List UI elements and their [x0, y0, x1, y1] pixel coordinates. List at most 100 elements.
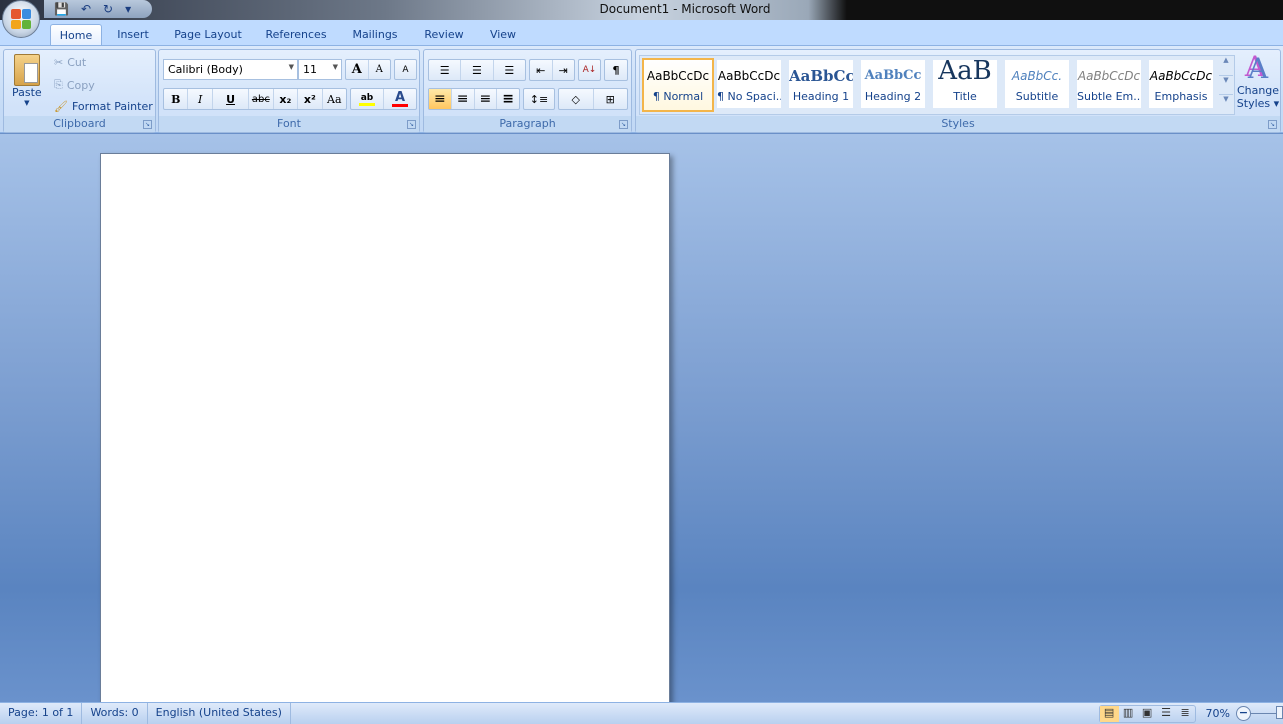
change-case-button[interactable]: Aa: [323, 89, 346, 109]
zoom-slider[interactable]: [1251, 706, 1283, 719]
style-sample: AaBbCcDc: [1077, 69, 1141, 83]
center-button[interactable]: ≡: [452, 89, 475, 109]
style-subtitle[interactable]: AaBbCc. Subtitle: [1005, 60, 1069, 108]
cut-label: Cut: [67, 56, 87, 69]
font-color-button[interactable]: A: [384, 89, 416, 109]
outline-icon[interactable]: ☰: [1157, 706, 1176, 722]
strikethrough-button[interactable]: abc: [249, 89, 274, 109]
indent-buttons: ⇤ ⇥: [529, 59, 575, 81]
font-name-input[interactable]: Calibri (Body) ▼: [163, 59, 298, 80]
full-screen-reading-icon[interactable]: ▥: [1119, 706, 1138, 722]
list-buttons: ☰ ☰ ☰: [428, 59, 526, 81]
style-emphasis[interactable]: AaBbCcDc Emphasis: [1149, 60, 1213, 108]
style-heading-1[interactable]: AaBbCc Heading 1: [789, 60, 853, 108]
alignment-buttons: ≡ ≡ ≡ ≡: [428, 88, 520, 110]
ribbon: Paste ▼ ✂ Cut ⎘ Copy 🖌 Format Painter Clipbo…: [0, 45, 1283, 133]
redo-icon[interactable]: ↻: [103, 2, 113, 16]
style-normal[interactable]: AaBbCcDc ¶ Normal: [642, 58, 714, 112]
tab-page-layout[interactable]: Page Layout: [170, 24, 246, 46]
undo-icon[interactable]: ↶: [81, 2, 91, 16]
scissors-icon: ✂: [54, 56, 64, 69]
style-heading-2[interactable]: AaBbCc Heading 2: [861, 60, 925, 108]
font-group: Calibri (Body) ▼ 11 ▼ A A A B I U abc x₂ x…: [158, 49, 420, 133]
cut-button[interactable]: ✂ Cut: [54, 56, 86, 69]
zoom-level[interactable]: 70%: [1196, 707, 1236, 720]
copy-button[interactable]: ⎘ Copy: [54, 78, 95, 92]
tab-review[interactable]: Review: [420, 24, 468, 46]
more-styles-icon[interactable]: ▼: [1219, 95, 1233, 114]
show-formatting-button[interactable]: ¶: [604, 59, 628, 81]
office-button[interactable]: [2, 0, 40, 38]
paintbrush-icon: 🖌: [54, 100, 68, 113]
dialog-launcher-icon[interactable]: ↘: [407, 120, 416, 129]
multilevel-list-button[interactable]: ☰: [494, 60, 525, 80]
style-subtle-emphasis[interactable]: AaBbCcDc Subtle Em...: [1077, 60, 1141, 108]
copy-icon: ⎘: [54, 78, 63, 91]
dialog-launcher-icon[interactable]: ↘: [143, 120, 152, 129]
word-count[interactable]: Words: 0: [82, 703, 148, 724]
highlight-button[interactable]: ab: [351, 89, 384, 109]
paragraph-group-label: Paragraph: [424, 116, 631, 132]
document-page[interactable]: [100, 153, 670, 713]
clear-formatting-button[interactable]: A: [394, 59, 417, 80]
align-left-button[interactable]: ≡: [429, 89, 452, 109]
paste-button[interactable]: Paste ▼: [12, 54, 42, 107]
scroll-down-icon[interactable]: ▼: [1219, 76, 1233, 96]
paste-label: Paste: [12, 86, 42, 99]
decrease-indent-button[interactable]: ⇤: [530, 60, 553, 80]
font-format-buttons: B I U abc x₂ x² Aa: [163, 88, 347, 110]
chevron-down-icon: ▼: [24, 99, 30, 107]
tab-mailings[interactable]: Mailings: [346, 24, 404, 46]
line-spacing-button[interactable]: ↕≡: [523, 88, 555, 110]
sort-button[interactable]: A↓: [578, 59, 601, 81]
save-icon[interactable]: 💾: [54, 2, 69, 16]
style-sample: AaBbCc.: [1011, 69, 1063, 83]
zoom-slider-thumb[interactable]: [1276, 706, 1283, 719]
tab-insert[interactable]: Insert: [110, 24, 156, 46]
shrink-font-button[interactable]: A: [369, 60, 391, 79]
tab-home[interactable]: Home: [50, 24, 102, 46]
copy-label: Copy: [66, 78, 95, 92]
superscript-button[interactable]: x²: [298, 89, 323, 109]
gallery-scroll: ▲ ▼ ▼: [1219, 56, 1233, 114]
style-sample: AaB: [938, 60, 992, 86]
change-styles-button[interactable]: A Change Styles ▾: [1236, 54, 1280, 111]
tab-references[interactable]: References: [260, 24, 332, 46]
page-count[interactable]: Page: 1 of 1: [0, 703, 83, 724]
underline-button[interactable]: U: [213, 89, 250, 109]
print-layout-icon[interactable]: ▤: [1099, 705, 1119, 722]
tab-view[interactable]: View: [484, 24, 522, 46]
bold-button[interactable]: B: [164, 89, 189, 109]
styles-group: AaBbCcDc ¶ Normal AaBbCcDc ¶ No Spaci... A…: [635, 49, 1281, 133]
grow-font-button[interactable]: A: [346, 60, 369, 79]
web-layout-icon[interactable]: ▣: [1138, 706, 1157, 722]
style-no-spacing[interactable]: AaBbCcDc ¶ No Spaci...: [717, 60, 781, 108]
borders-button[interactable]: ⊞: [594, 89, 628, 109]
line-spacing-icon: ↕≡: [529, 92, 549, 106]
bullets-button[interactable]: ☰: [429, 60, 462, 80]
draft-icon[interactable]: ≣: [1176, 706, 1195, 722]
language[interactable]: English (United States): [148, 703, 291, 724]
dialog-launcher-icon[interactable]: ↘: [1268, 120, 1277, 129]
format-painter-button[interactable]: 🖌 Format Painter: [54, 100, 153, 113]
eraser-icon: A: [402, 64, 409, 75]
italic-button[interactable]: I: [188, 89, 213, 109]
font-size-value: 11: [303, 63, 317, 76]
subscript-button[interactable]: x₂: [274, 89, 299, 109]
style-title[interactable]: AaB Title: [933, 60, 997, 108]
align-right-button[interactable]: ≡: [475, 89, 498, 109]
paragraph-group: ☰ ☰ ☰ ⇤ ⇥ A↓ ¶ ≡ ≡ ≡ ≡ ↕≡ ◇ ⊞ Paragraph …: [423, 49, 632, 133]
numbering-button[interactable]: ☰: [461, 60, 494, 80]
customize-qat-icon[interactable]: ▾: [125, 2, 131, 16]
increase-indent-button[interactable]: ⇥: [553, 60, 575, 80]
zoom-out-button[interactable]: −: [1236, 706, 1251, 721]
clipboard-group: Paste ▼ ✂ Cut ⎘ Copy 🖌 Format Painter Clipbo…: [3, 49, 156, 133]
scroll-up-icon[interactable]: ▲: [1219, 56, 1233, 76]
font-size-input[interactable]: 11 ▼: [298, 59, 342, 80]
dialog-launcher-icon[interactable]: ↘: [619, 120, 628, 129]
justify-button[interactable]: ≡: [497, 89, 519, 109]
view-buttons: ▤ ▥ ▣ ☰ ≣: [1098, 704, 1196, 723]
font-group-label: Font: [159, 116, 419, 132]
paste-icon: [13, 54, 40, 86]
shading-button[interactable]: ◇: [559, 89, 594, 109]
